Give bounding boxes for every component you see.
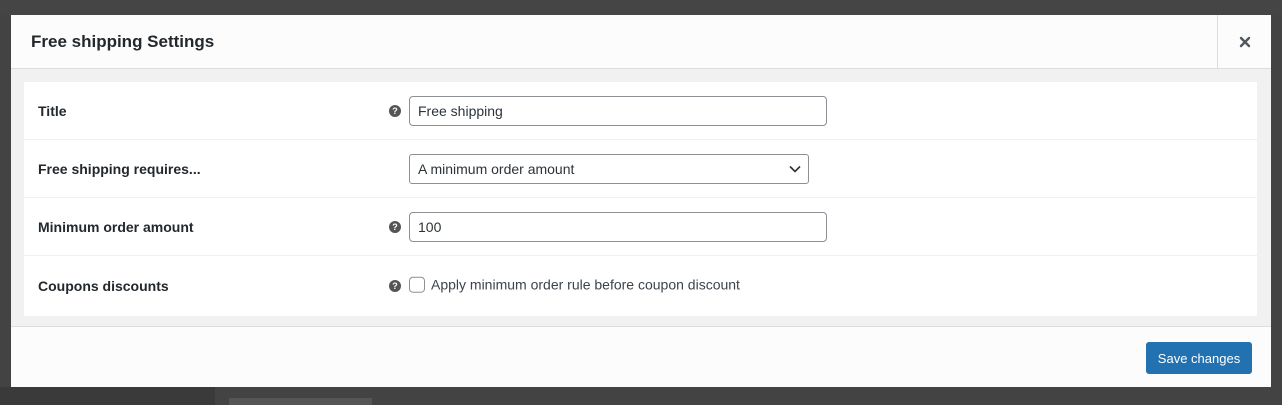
min-amount-row: Minimum order amount ?	[24, 198, 1257, 256]
modal-footer: Save changes	[11, 326, 1271, 387]
coupons-label: Coupons discounts	[38, 278, 169, 294]
title-input[interactable]	[409, 95, 827, 126]
requires-row: Free shipping requires... A minimum orde…	[24, 140, 1257, 198]
min-amount-label: Minimum order amount	[38, 218, 194, 235]
save-button[interactable]: Save changes	[1146, 342, 1252, 374]
modal-body: Title ? Free shipping requires... A mini…	[11, 69, 1271, 326]
requires-select-value: A minimum order amount	[418, 160, 575, 177]
admin-background-sidebar	[0, 387, 215, 405]
help-icon[interactable]: ?	[389, 220, 401, 233]
requires-select[interactable]: A minimum order amount	[409, 153, 809, 184]
min-amount-input[interactable]	[409, 211, 827, 242]
title-row: Title ?	[24, 82, 1257, 140]
help-icon[interactable]: ?	[389, 104, 401, 117]
title-label: Title	[38, 102, 67, 119]
settings-form: Title ? Free shipping requires... A mini…	[24, 82, 1257, 316]
settings-modal: Free shipping Settings Title ? Free ship…	[11, 15, 1271, 387]
close-icon	[1239, 36, 1250, 47]
coupon-rule-label[interactable]: Apply minimum order rule before coupon d…	[431, 277, 740, 293]
chevron-down-icon	[789, 165, 801, 173]
admin-background-element	[229, 398, 372, 405]
close-button[interactable]	[1217, 15, 1271, 68]
requires-label: Free shipping requires...	[38, 160, 201, 177]
modal-title: Free shipping Settings	[31, 32, 215, 51]
help-icon[interactable]: ?	[389, 280, 401, 292]
coupons-row: Coupons discounts ? Apply minimum order …	[24, 256, 1257, 316]
coupon-rule-option: Apply minimum order rule before coupon d…	[409, 276, 740, 293]
coupon-rule-checkbox[interactable]	[409, 276, 425, 293]
admin-background-top	[0, 0, 1282, 15]
modal-header: Free shipping Settings	[11, 15, 1271, 69]
